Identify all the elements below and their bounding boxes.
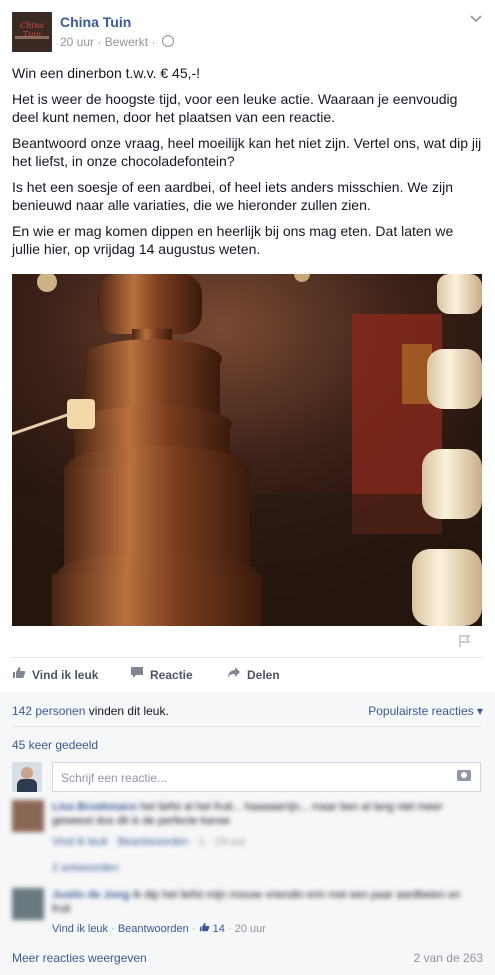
post-paragraph-4: Is het een soesje of een aardbei, of hee…: [12, 179, 453, 213]
comment-button[interactable]: Reactie: [130, 666, 193, 682]
comment-meta: Vind ik leuk · Beantwoorden · 1 · 19 uur: [52, 836, 246, 848]
comment-2-likes-count: 14: [212, 923, 225, 935]
post-paragraph-2: Het is weer de hoogste tijd, voor een le…: [12, 91, 458, 125]
shares-link[interactable]: 45 keer gedeeld: [12, 738, 98, 752]
chocolate-fountain-image: [12, 274, 482, 626]
commenter-avatar[interactable]: [12, 800, 44, 832]
edited-label[interactable]: Bewerkt: [105, 35, 148, 49]
like-label: Vind ik leuk: [32, 668, 99, 682]
comment-time[interactable]: 19 uur: [214, 836, 245, 848]
camera-icon[interactable]: [457, 770, 471, 781]
avatar-torso: [17, 779, 37, 792]
comment-2-like-link[interactable]: Vind ik leuk: [52, 923, 108, 935]
comment-box[interactable]: [52, 762, 481, 792]
comment-2-time[interactable]: 20 uur: [235, 923, 266, 935]
comment-like-link[interactable]: Vind ik leuk: [52, 836, 108, 848]
divider: [12, 726, 482, 727]
comment-2-likes[interactable]: 14: [199, 922, 228, 935]
post-paragraph-1: Win een dinerbon t.w.v. € 45,-!: [12, 65, 201, 81]
post-paragraph-5: En wie er mag komen dippen en heerlijk b…: [12, 223, 454, 257]
comments-count: 2 van de 263: [413, 951, 483, 965]
meta-separator: ·: [97, 35, 102, 49]
page-avatar[interactable]: China Tuin: [12, 12, 52, 52]
likes-summary: 142 personen vinden dit leuk.: [12, 704, 169, 718]
popular-comments-dropdown[interactable]: Populairste reacties ▾: [368, 704, 483, 718]
likes-suffix: vinden dit leuk.: [85, 704, 169, 718]
facebook-post: China Tuin China Tuin 20 uur · Bewerkt ·…: [0, 0, 495, 975]
comment-2-reply-link[interactable]: Beantwoorden: [118, 923, 189, 935]
share-button[interactable]: Delen: [227, 666, 280, 682]
comment-reply-link[interactable]: Beantwoorden: [118, 836, 189, 848]
commenter-name-2[interactable]: Justin de Jong: [52, 889, 130, 901]
commenter-avatar-2[interactable]: [12, 888, 44, 920]
share-icon: [227, 666, 243, 682]
flag-icon[interactable]: [458, 634, 472, 651]
chevron-down-icon[interactable]: [470, 12, 482, 23]
comment-label: Reactie: [150, 668, 193, 682]
divider: [12, 657, 482, 658]
globe-icon[interactable]: [161, 35, 174, 47]
page-name[interactable]: China Tuin: [60, 14, 131, 30]
post-time[interactable]: 20 uur: [60, 35, 94, 49]
comment-likes-count[interactable]: 1: [199, 836, 205, 848]
share-label: Delen: [247, 668, 280, 682]
comment-icon: [130, 666, 146, 682]
likes-count-link[interactable]: 142 personen: [12, 704, 85, 718]
page-logo-underline: [15, 36, 49, 39]
thumbs-up-icon: [199, 922, 209, 932]
comment-2-meta: Vind ik leuk · Beantwoorden · 14 · 20 uu…: [52, 922, 266, 935]
like-button[interactable]: Vind ik leuk: [12, 666, 98, 682]
more-comments-link[interactable]: Meer reacties weergeven: [12, 951, 147, 965]
comment-body: Lisa Broekmans het liefst al het fruit..…: [52, 800, 472, 828]
avatar-head: [21, 767, 33, 779]
commenter-name[interactable]: Lisa Broekmans: [52, 801, 137, 813]
post-meta: 20 uur · Bewerkt ·: [60, 35, 174, 49]
replies-link[interactable]: 2 antwoorden: [52, 862, 119, 874]
post-photo[interactable]: [12, 274, 482, 626]
meta-separator-2: ·: [151, 35, 156, 49]
post-paragraph-3: Beantwoord onze vraag, heel moeilijk kan…: [12, 135, 482, 169]
thumbs-up-icon: [12, 666, 28, 682]
post-text: Win een dinerbon t.w.v. € 45,-! Het is w…: [12, 64, 482, 266]
comment-input[interactable]: [59, 770, 443, 786]
user-avatar[interactable]: [12, 762, 42, 792]
comment-2-body: Justin de Jong Ik dip het liefst mijn mo…: [52, 888, 472, 916]
replies-label: 2 antwoorden: [52, 862, 119, 874]
